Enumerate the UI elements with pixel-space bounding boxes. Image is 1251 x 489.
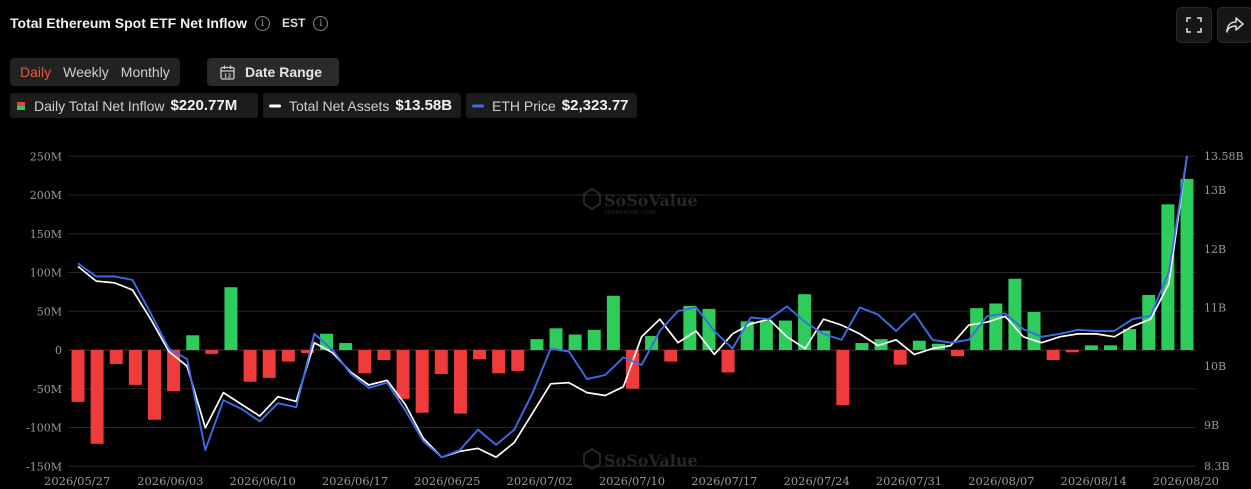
- y-left-tick-label: 250M: [30, 150, 62, 163]
- inflow-bar: [71, 350, 85, 402]
- inflow-bar: [893, 350, 907, 365]
- inflow-bar: [759, 320, 773, 350]
- inflow-bar: [626, 350, 639, 389]
- inflow-bar: [186, 335, 200, 350]
- watermark-logo-icon: [583, 187, 601, 211]
- watermark: SoSoValue sosovalue.com: [583, 187, 698, 216]
- y-left-tick-label: 0: [55, 344, 62, 357]
- y-right-tick-label: 10B: [1204, 360, 1226, 373]
- inflow-bar: [1123, 329, 1137, 350]
- inflow-bar: [606, 295, 620, 350]
- inflow-bar: [205, 350, 219, 354]
- y-left-tick-label: 50M: [37, 305, 62, 318]
- y-right-tick-label: 9B: [1204, 419, 1219, 432]
- inflow-bar: [147, 350, 161, 420]
- x-tick-label: 2026/07/31: [876, 474, 942, 488]
- inflow-bar: [530, 339, 544, 350]
- inflow-bar: [568, 334, 582, 350]
- x-tick-label: 2026/07/17: [691, 474, 757, 488]
- y-left-tick-label: 150M: [30, 228, 62, 241]
- inflow-bar: [549, 328, 563, 350]
- y-right-tick-label: 11B: [1204, 301, 1226, 314]
- y-right-tick-label: 12B: [1204, 243, 1226, 256]
- inflow-bar: [511, 350, 525, 371]
- y-left-tick-label: -100M: [26, 422, 62, 435]
- x-tick-label: 2026/07/10: [599, 474, 665, 488]
- watermark: SoSoValue: [583, 447, 698, 471]
- watermark-text: SoSoValue: [604, 451, 698, 470]
- inflow-bar: [109, 350, 123, 364]
- x-tick-label: 2026/06/03: [137, 474, 203, 488]
- x-tick-label: 2026/07/24: [784, 474, 850, 488]
- y-left-tick-label: 100M: [30, 267, 62, 280]
- x-tick-label: 2026/07/02: [507, 474, 573, 488]
- inflow-bar: [377, 350, 391, 361]
- inflow-bar: [1065, 350, 1079, 353]
- inflow-bar: [358, 350, 372, 374]
- x-tick-label: 2026/05/27: [44, 474, 110, 488]
- inflow-bar: [951, 350, 965, 357]
- y-left-tick-label: -50M: [33, 383, 62, 396]
- inflow-bar: [453, 350, 467, 414]
- inflow-bar: [473, 350, 487, 360]
- x-tick-label: 2026/08/14: [1061, 474, 1127, 488]
- y-left-tick-label: 200M: [30, 189, 62, 202]
- inflow-bar: [492, 350, 506, 374]
- inflow-bar: [224, 287, 238, 350]
- inflow-bar: [90, 350, 104, 444]
- y-right-tick-label: 13B: [1204, 184, 1226, 197]
- inflow-bar: [683, 305, 697, 350]
- y-right-tick-label: 8.3B: [1204, 460, 1230, 473]
- inflow-bar: [243, 350, 257, 382]
- inflow-bar: [989, 303, 1003, 350]
- inflow-bar: [587, 329, 601, 350]
- inflow-bar: [664, 350, 678, 362]
- x-tick-label: 2026/06/25: [414, 474, 480, 488]
- inflow-bar: [434, 350, 448, 375]
- inflow-bar: [339, 343, 353, 350]
- x-tick-label: 2026/08/07: [968, 474, 1034, 488]
- inflow-bar: [128, 350, 142, 385]
- y-right-tick-label: 13.58B: [1204, 150, 1244, 163]
- inflow-bar: [721, 350, 735, 373]
- inflow-bar: [262, 350, 276, 378]
- x-tick-label: 2026/06/17: [322, 474, 388, 488]
- x-tick-label: 2026/06/10: [230, 474, 296, 488]
- inflow-bar: [836, 350, 850, 406]
- inflow-bar: [1084, 345, 1098, 350]
- inflow-bar: [855, 343, 869, 350]
- net-inflow-chart: SoSoValue sosovalue.com SoSoValue 250M 20…: [26, 150, 1244, 488]
- inflow-bar: [1180, 178, 1194, 350]
- inflow-bar: [396, 350, 410, 399]
- inflow-bar: [1046, 350, 1060, 361]
- inflow-bar: [1161, 204, 1175, 350]
- x-tick-label: 2026/08/20: [1153, 474, 1219, 488]
- inflow-bar: [1104, 345, 1118, 350]
- watermark-subtext: sosovalue.com: [604, 208, 656, 216]
- y-left-tick-label: -150M: [26, 460, 62, 473]
- inflow-bar: [415, 350, 429, 413]
- inflow-bar: [281, 350, 295, 362]
- inflow-bar: [912, 340, 926, 350]
- inflow-bar: [1008, 278, 1022, 350]
